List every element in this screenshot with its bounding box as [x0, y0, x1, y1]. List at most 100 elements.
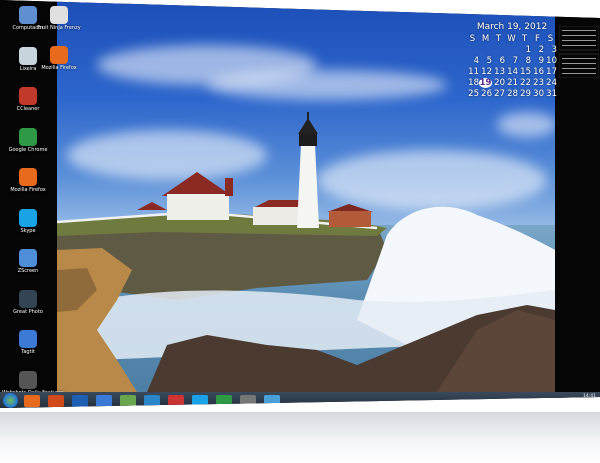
taskbar-app-button[interactable] [240, 395, 256, 407]
clock-date: 19/03/2012 [570, 400, 596, 405]
house-roof [162, 172, 232, 196]
calendar-grid: S M T W T F S 1 2 3 4 5 6 7 8 9 10 11 12 13 14 15 16 17 18 19 20 21… [466, 34, 558, 99]
app-icon [19, 87, 37, 105]
desktop-icon[interactable]: Google Chrome [2, 127, 54, 153]
calendar-day[interactable]: 29 [518, 89, 531, 99]
calendar-gadget[interactable]: March 19, 2012 S M T W T F S 1 2 3 4 5 6 7 8 9 10 11 12 13 1… [466, 22, 558, 99]
calendar-day [479, 45, 492, 55]
taskbar-app-button[interactable] [48, 395, 64, 407]
app-icon [19, 249, 37, 267]
calendar-day[interactable]: 15 [518, 67, 531, 77]
desktop-icon[interactable]: Mozilla Firefox [2, 168, 54, 193]
app-icon [19, 370, 37, 389]
lighthouse-spire [307, 112, 309, 119]
taskbar-app-button[interactable] [168, 395, 184, 407]
calendar-day[interactable]: 6 [492, 56, 505, 66]
calendar-day[interactable]: 16 [531, 67, 544, 77]
desktop-icon-label: Great Photo [13, 308, 43, 315]
taskbar-app-button[interactable] [264, 395, 280, 407]
taskbar-app-button[interactable] [144, 395, 160, 407]
screen-reflection [0, 412, 600, 463]
calendar-day [466, 45, 479, 55]
taskbar-app-button[interactable] [192, 395, 208, 407]
calendar-day[interactable]: 13 [492, 67, 505, 77]
desktop-icon[interactable]: Mozilla Firefox [33, 46, 85, 71]
calendar-day[interactable]: 22 [518, 78, 531, 88]
start-button-icon[interactable] [3, 393, 18, 408]
calendar-day[interactable]: 14 [505, 67, 518, 77]
desktop-icon-label: Google Chrome [8, 146, 48, 153]
app-icon [50, 46, 68, 64]
calendar-weekday: W [507, 34, 516, 44]
calendar-day[interactable]: 19 [479, 78, 492, 88]
calendar-day[interactable]: 12 [479, 67, 492, 77]
taskbar: 14:41 19/03/2012 [0, 392, 600, 408]
app-icon [50, 6, 68, 24]
house-chimney [225, 178, 233, 196]
clock-time: 14:41 [583, 394, 596, 399]
app-icon [19, 168, 37, 186]
desktop-icon[interactable]: ZScreen [2, 249, 54, 274]
calendar-title: March 19, 2012 [476, 22, 548, 32]
desktop-icon-label: Tagtit [21, 349, 35, 355]
app-icon [19, 127, 37, 146]
calendar-day[interactable]: 5 [479, 56, 492, 66]
calendar-day [505, 45, 518, 55]
desktop-icon[interactable]: Tagtit [2, 330, 54, 355]
calendar-day[interactable]: 18 [466, 78, 479, 88]
calendar-weekday: M [481, 34, 490, 44]
calendar-day[interactable]: 3 [544, 45, 557, 55]
calendar-day[interactable]: 7 [505, 56, 518, 66]
red-shed [329, 211, 371, 227]
calendar-day[interactable]: 10 [544, 56, 557, 66]
lighthouse-cap [298, 118, 318, 134]
calendar-day[interactable]: 26 [479, 89, 492, 99]
desktop-icon-label: Mozilla Firefox [10, 187, 46, 193]
desktop-icon[interactable]: CCleaner [2, 87, 54, 112]
calendar-day[interactable]: 23 [531, 78, 544, 88]
calendar-weekday: T [495, 34, 502, 44]
mini-calendar-gadget[interactable] [558, 25, 600, 79]
taskbar-app-button[interactable] [72, 395, 88, 407]
calendar-day[interactable]: 11 [466, 67, 479, 77]
shed-roof [327, 204, 373, 212]
desktop-icon-label: ZScreen [17, 268, 39, 274]
calendar-day[interactable]: 31 [544, 89, 557, 99]
calendar-day[interactable]: 8 [518, 56, 531, 66]
calendar-day[interactable]: 21 [505, 78, 518, 88]
app-icon [19, 208, 37, 227]
calendar-day [492, 45, 505, 55]
taskbar-app-button[interactable] [120, 395, 136, 407]
desktop-screen: Computador Lixeira CCleaner Google Chrome Mo… [0, 0, 600, 408]
calendar-day[interactable]: 27 [492, 89, 505, 99]
taskbar-app-button[interactable] [24, 395, 40, 407]
calendar-day[interactable]: 24 [544, 78, 557, 88]
desktop-icon[interactable]: Great Photo [2, 289, 54, 315]
calendar-weekday: T [521, 34, 528, 44]
taskbar-app-button[interactable] [96, 395, 112, 407]
desktop-icon[interactable]: Skype [2, 208, 54, 234]
desktop-icon[interactable]: Fruit Ninja Frenzy [33, 6, 85, 31]
desktop-icon-label: Mozilla Firefox [41, 65, 77, 71]
mini-calendar-grid-icon [558, 25, 600, 79]
small-house-roof [137, 202, 167, 210]
calendar-day[interactable]: 4 [466, 56, 479, 66]
calendar-day[interactable]: 2 [531, 45, 544, 55]
app-icon [19, 330, 37, 348]
calendar-day[interactable]: 9 [531, 56, 544, 66]
calendar-day[interactable]: 28 [505, 89, 518, 99]
desktop-icon-label: Fruit Ninja Frenzy [37, 25, 81, 31]
lighthouse-tower [297, 144, 319, 228]
desktop-icon-label: Skype [20, 227, 36, 234]
calendar-day[interactable]: 1 [518, 45, 531, 55]
calendar-day[interactable]: 17 [544, 67, 557, 77]
lighthouse-lantern [299, 134, 317, 146]
calendar-weekday: S [469, 34, 476, 44]
system-tray-clock[interactable]: 14:41 19/03/2012 [570, 394, 596, 406]
calendar-day[interactable]: 25 [466, 89, 479, 99]
calendar-weekday: F [535, 34, 540, 44]
calendar-day[interactable]: 30 [531, 89, 544, 99]
desktop-icon-label: CCleaner [16, 106, 40, 112]
taskbar-app-button[interactable] [216, 395, 232, 407]
calendar-day[interactable]: 20 [492, 78, 505, 88]
